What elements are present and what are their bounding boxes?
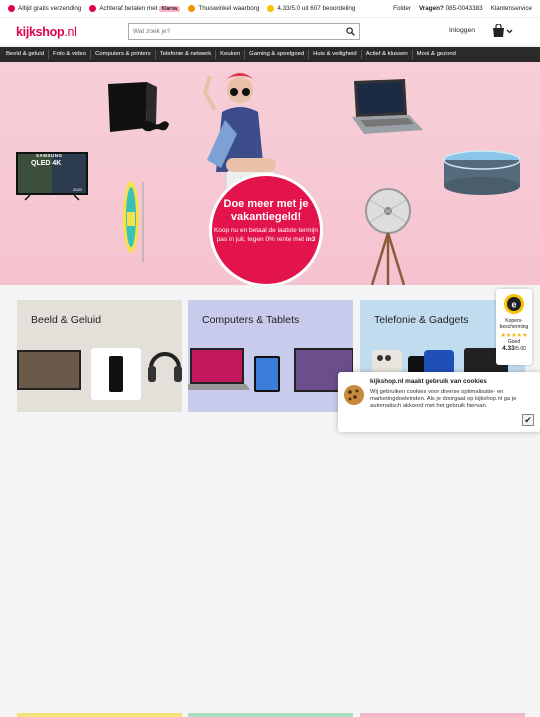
usp-bar: Altijd gratis verzending Achteraf betale…	[0, 0, 540, 18]
standing-fan-image	[365, 188, 411, 285]
usp-thuiswinkel: Thuiswinkel waarborg	[188, 5, 259, 12]
paddle-board-image	[123, 181, 144, 262]
site-header: kijkshop.nl Inloggen	[0, 18, 540, 45]
logo-tld: .nl	[64, 24, 77, 39]
questions-label: Vragen?	[418, 5, 444, 12]
nav-item-mooi-gezond[interactable]: Mooi & gezond	[413, 50, 460, 59]
cookie-icon	[344, 385, 364, 405]
trusted-shops-icon	[267, 5, 275, 12]
in3-logo: in3	[305, 235, 316, 243]
swimming-pool-image	[443, 150, 521, 195]
promo-badge[interactable]: Doe meer met je vakantiegeld! Koop nu en…	[209, 173, 323, 285]
usp-free-shipping: Altijd gratis verzending	[8, 5, 81, 12]
hero-banner[interactable]: SAMSUNG QLED 4K 2020 Doe meer met je vak…	[0, 62, 540, 285]
cookie-body: Wij gebruiken cookies voor diverse optim…	[370, 389, 517, 410]
nav-item-huis-veiligheid[interactable]: Huis & veiligheid	[309, 50, 362, 59]
search-box	[128, 23, 360, 40]
category-card-computers-tablets[interactable]: Computers & Tablets	[188, 300, 353, 412]
search-icon	[346, 27, 355, 36]
customer-service-link[interactable]: Klantenservice	[491, 5, 532, 12]
category-card-bottom-strip	[360, 713, 525, 717]
promo-title: Doe meer met je vakantiegeld!	[223, 198, 309, 223]
beeld-geluid-products-image	[17, 348, 182, 400]
thuiswinkel-icon	[188, 5, 196, 12]
rating-score: 4.33/5.00	[502, 345, 526, 352]
usp-rating: 4.33/5.0 uit 607 beoordeling	[267, 5, 355, 12]
tv-year-label: 2020	[73, 187, 82, 192]
computers-tablets-products-image	[188, 348, 353, 392]
logo-main: kijkshop	[16, 24, 65, 39]
tv-brand-label: SAMSUNG	[36, 153, 63, 158]
game-console-image	[108, 82, 169, 132]
check-icon	[8, 5, 15, 12]
check-icon	[89, 5, 97, 12]
nav-item-telefonie-netwerk[interactable]: Telefonie & netwerk	[156, 50, 217, 59]
nav-item-actief-klussen[interactable]: Actief & klussen	[362, 50, 413, 59]
category-card-bottom-strip	[188, 713, 353, 717]
cookie-notice: kijkshop.nl maakt gebruik van cookies Wi…	[338, 372, 540, 432]
nav-item-foto-video[interactable]: Foto & video	[49, 50, 92, 59]
nav-item-beeld-geluid[interactable]: Beeld & geluid	[2, 50, 49, 59]
main-nav: Beeld & geluid Foto & video Computers & …	[0, 47, 540, 62]
shopping-bag-icon	[493, 23, 513, 37]
svg-text:e: e	[511, 300, 516, 310]
klarna-logo: Klarna.	[159, 5, 181, 12]
checkmark-icon: ✔	[524, 415, 532, 425]
site-logo[interactable]: kijkshop.nl	[16, 25, 77, 39]
nav-item-computers-printers[interactable]: Computers & printers	[91, 50, 156, 59]
buyer-protection-label: Kopers-bescherming	[499, 318, 529, 330]
nav-item-keuken[interactable]: Keuken	[216, 50, 246, 59]
questions-phone[interactable]: Vragen? 085-0043383	[419, 5, 483, 12]
folder-link[interactable]: Folder	[393, 5, 411, 12]
nav-item-gaming-speelgoed[interactable]: Gaming & speelgoed	[245, 50, 310, 59]
search-input[interactable]	[129, 28, 342, 35]
tv-model-label: QLED 4K	[31, 160, 62, 167]
promo-body: Koop nu en betaal de laatste termijn pas…	[213, 227, 319, 243]
cookie-title: kijkshop.nl maakt gebruik van cookies	[370, 378, 487, 385]
usp-pay-later: Achteraf betalen met Klarna.	[89, 5, 181, 12]
cookie-accept-checkbox[interactable]: ✔	[522, 414, 534, 426]
login-link[interactable]: Inloggen	[449, 27, 475, 34]
phone-number: 085-0043383	[445, 5, 483, 12]
cart-button[interactable]	[492, 23, 514, 43]
trusted-shops-badge[interactable]: e Kopers-bescherming ★★★★★ Goed 4.33/5.0…	[496, 289, 532, 365]
category-card-beeld-geluid[interactable]: Beeld & Geluid	[17, 300, 182, 412]
rating-stars: ★★★★★	[500, 333, 528, 339]
trusted-shops-seal-icon: e	[504, 294, 524, 314]
search-button[interactable]	[342, 24, 359, 39]
category-card-bottom-strip	[17, 713, 182, 717]
laptop-image	[352, 79, 423, 134]
